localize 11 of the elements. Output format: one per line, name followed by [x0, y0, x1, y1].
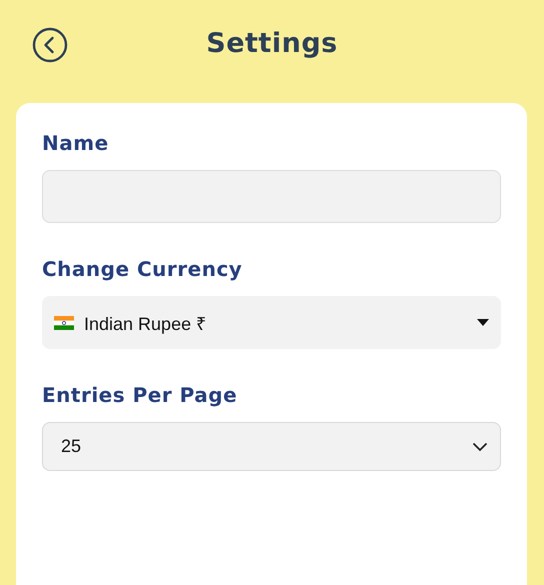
field-label: Entries Per Page	[42, 383, 238, 407]
caret-icon	[477, 319, 489, 326]
page-title: Settings	[206, 28, 338, 59]
back-icon[interactable]	[32, 27, 68, 63]
field-label: Name	[42, 131, 110, 155]
entries-select[interactable]: 25	[42, 422, 501, 471]
chevron-down-icon	[472, 442, 488, 452]
name-input-field[interactable]	[42, 170, 501, 223]
flag-icon	[54, 316, 74, 330]
currency-select[interactable]: Indian Rupee ₹	[42, 296, 501, 349]
field-label: Change Currency	[42, 257, 244, 281]
